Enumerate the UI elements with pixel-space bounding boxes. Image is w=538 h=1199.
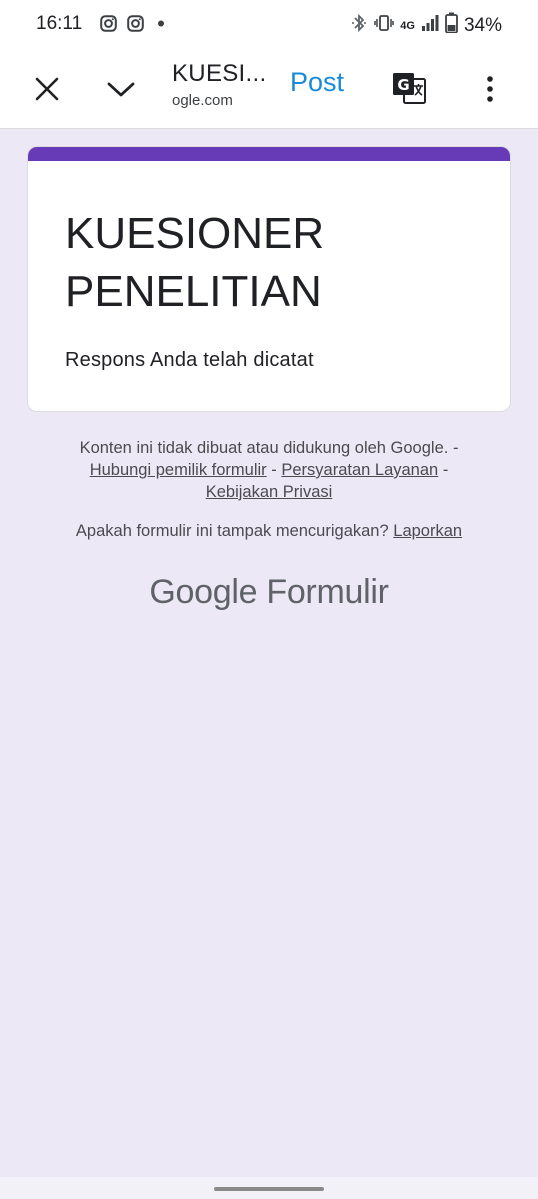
google-forms-logo[interactable]: Google Formulir: [0, 573, 538, 612]
dot-icon: [154, 15, 168, 37]
battery-percent: 34%: [463, 14, 502, 36]
status-time: 16:11: [36, 13, 83, 34]
separator: -: [271, 461, 277, 479]
brand-product: Formulir: [266, 573, 389, 611]
more-vert-icon: [487, 76, 493, 102]
svg-text:G: G: [397, 76, 409, 94]
brand-google: Google: [149, 573, 258, 611]
contact-owner-link[interactable]: Hubungi pemilik formulir: [90, 461, 267, 479]
bluetooth-icon: [350, 13, 368, 39]
vibrate-icon: [374, 13, 395, 39]
report-line: Apakah formulir ini tampak mencurigakan?…: [30, 520, 508, 542]
notification-icons: [100, 15, 168, 37]
status-indicators: 4G 34%: [350, 12, 502, 39]
signal-icon: [421, 14, 439, 38]
close-icon: [35, 77, 59, 101]
gesture-handle[interactable]: [214, 1187, 324, 1191]
close-button[interactable]: [24, 66, 70, 112]
page-title-block: KUESI... ogle.com: [172, 60, 272, 109]
chevron-down-icon: [107, 82, 135, 97]
confirmation-message: Respons Anda telah dicatat: [65, 349, 314, 371]
page-url: ogle.com: [172, 92, 233, 109]
disclaimer-text: Konten ini tidak dibuat atau didukung ol…: [79, 439, 449, 457]
post-button[interactable]: Post: [290, 67, 344, 98]
more-options-button[interactable]: [468, 66, 512, 112]
system-nav-bar: [0, 1177, 538, 1199]
report-link[interactable]: Laporkan: [393, 522, 462, 540]
status-bar: 16:11 4G 34%: [0, 0, 538, 48]
minimize-button[interactable]: [98, 66, 144, 112]
instagram-icon: [127, 15, 144, 37]
browser-app-bar: KUESI... ogle.com Post G: [0, 48, 538, 129]
footer-disclaimer: Konten ini tidak dibuat atau didukung ol…: [30, 437, 508, 503]
battery-icon: [445, 12, 458, 39]
terms-link[interactable]: Persyaratan Layanan: [281, 461, 438, 479]
separator: -: [452, 439, 459, 457]
network-type: 4G: [400, 19, 415, 32]
instagram-icon: [100, 15, 117, 37]
separator: -: [442, 461, 449, 479]
translate-button[interactable]: G: [386, 65, 432, 111]
page-title: KUESI...: [172, 60, 267, 87]
form-confirmation-card: KUESIONER PENELITIAN Respons Anda telah …: [27, 146, 511, 412]
form-title: KUESIONER PENELITIAN: [65, 209, 325, 316]
report-question: Apakah formulir ini tampak mencurigakan?: [75, 522, 389, 540]
translate-icon: G: [393, 73, 426, 104]
card-accent-bar: [28, 147, 510, 161]
privacy-link[interactable]: Kebijakan Privasi: [206, 483, 333, 501]
